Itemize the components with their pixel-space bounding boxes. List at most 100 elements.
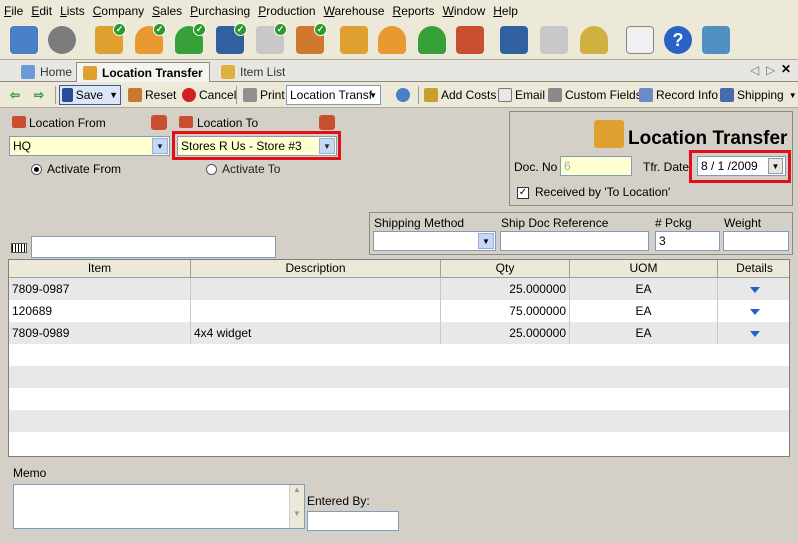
back-arrow-icon[interactable]: ⇦: [8, 85, 22, 105]
table-row[interactable]: 7809-0989 4x4 widget 25.000000 EA: [9, 322, 789, 344]
vendor-list-icon[interactable]: [418, 26, 446, 54]
tab-location-transfer[interactable]: Location Transfer: [76, 62, 210, 82]
cell-description[interactable]: [191, 278, 441, 300]
menu-file[interactable]: File: [4, 4, 23, 18]
col-header-description[interactable]: Description: [191, 260, 441, 278]
exit-icon[interactable]: [702, 26, 730, 54]
employee-icon[interactable]: [580, 26, 608, 54]
memo-textarea[interactable]: [13, 484, 305, 529]
refresh-button[interactable]: [394, 85, 412, 105]
menu-window[interactable]: Window: [443, 4, 486, 18]
item-list-icon[interactable]: [340, 26, 368, 54]
forward-arrow-icon[interactable]: ⇨: [32, 85, 46, 105]
reset-button[interactable]: Reset: [126, 85, 178, 105]
menu-purchasing[interactable]: Purchasing: [190, 4, 250, 18]
tab-next-icon[interactable]: ▷: [766, 63, 775, 77]
pckg-field[interactable]: 3: [655, 231, 720, 251]
cell-description[interactable]: 4x4 widget: [191, 322, 441, 344]
menu-lists[interactable]: Lists: [60, 4, 85, 18]
shipment-icon[interactable]: ✓: [296, 23, 327, 54]
save-button[interactable]: Save ▼: [59, 85, 121, 105]
empty-row[interactable]: [9, 432, 789, 454]
scroll-down-icon[interactable]: ▼: [290, 509, 304, 518]
menu-company[interactable]: Company: [93, 4, 144, 18]
location-to-lookup-icon[interactable]: [319, 115, 335, 130]
entered-by-field[interactable]: [307, 511, 399, 531]
memo-scrollbar[interactable]: ▲ ▼: [289, 485, 304, 528]
sales-list-icon[interactable]: [500, 26, 528, 54]
tab-prev-icon[interactable]: ◁: [750, 63, 759, 77]
cell-details[interactable]: [718, 322, 789, 344]
tab-home[interactable]: Home: [14, 62, 79, 82]
scroll-up-icon[interactable]: ▲: [290, 485, 304, 494]
location-from-select[interactable]: HQ ▼: [9, 136, 170, 156]
cell-details[interactable]: [718, 278, 789, 300]
details-arrow-icon[interactable]: [749, 330, 760, 337]
cell-details[interactable]: [718, 300, 789, 322]
email-button[interactable]: Email: [496, 85, 547, 105]
received-checkbox[interactable]: ✓ Received by 'To Location': [517, 185, 670, 199]
custom-fields-button[interactable]: Custom Fields: [546, 85, 644, 105]
menu-help[interactable]: Help: [493, 4, 518, 18]
sales-order-icon[interactable]: ✓: [216, 23, 247, 54]
cancel-button[interactable]: Cancel: [180, 85, 238, 105]
activate-from-radio[interactable]: Activate From: [31, 162, 121, 176]
notes-icon[interactable]: [626, 26, 654, 54]
shipping-button[interactable]: Shipping ▼: [718, 85, 798, 105]
binoculars-icon[interactable]: [48, 26, 76, 54]
menu-production[interactable]: Production: [258, 4, 315, 18]
cell-qty[interactable]: 25.000000: [441, 278, 570, 300]
barcode-scan-input[interactable]: [31, 236, 276, 258]
empty-row[interactable]: [9, 344, 789, 366]
menu-sales[interactable]: Sales: [152, 4, 182, 18]
empty-row[interactable]: [9, 410, 789, 432]
empty-row[interactable]: [9, 366, 789, 388]
new-vendor-icon[interactable]: ✓: [175, 23, 206, 54]
table-row[interactable]: 7809-0987 25.000000 EA: [9, 278, 789, 300]
tab-close-icon[interactable]: ✕: [781, 62, 791, 76]
invoice-icon[interactable]: ✓: [256, 23, 287, 54]
menu-edit[interactable]: Edit: [31, 4, 52, 18]
invoice-list-icon[interactable]: [540, 26, 568, 54]
help-icon[interactable]: ?: [664, 26, 692, 54]
customer-list-icon[interactable]: [378, 26, 406, 54]
empty-row[interactable]: [9, 388, 789, 410]
cell-uom[interactable]: EA: [570, 278, 718, 300]
cell-uom[interactable]: EA: [570, 300, 718, 322]
col-header-qty[interactable]: Qty: [441, 260, 570, 278]
col-header-uom[interactable]: UOM: [570, 260, 718, 278]
activate-to-radio[interactable]: Activate To: [206, 162, 280, 176]
save-dropdown-icon[interactable]: ▼: [109, 90, 118, 100]
col-header-details[interactable]: Details: [718, 260, 789, 278]
cell-item[interactable]: 120689: [9, 300, 191, 322]
doc-no-field[interactable]: 6: [560, 156, 632, 176]
tab-item-list[interactable]: Item List: [214, 62, 292, 82]
col-header-item[interactable]: Item: [9, 260, 191, 278]
details-arrow-icon[interactable]: [749, 308, 760, 315]
print-form-select[interactable]: Location Transf ▼: [286, 85, 381, 105]
location-from-lookup-icon[interactable]: [151, 115, 167, 130]
shipping-method-select[interactable]: ▼: [373, 231, 496, 251]
database-icon[interactable]: [10, 26, 38, 54]
ship-doc-field[interactable]: [500, 231, 649, 251]
menu-reports[interactable]: Reports: [393, 4, 435, 18]
factory-icon[interactable]: [456, 26, 484, 54]
weight-field[interactable]: [723, 231, 789, 251]
cell-item[interactable]: 7809-0987: [9, 278, 191, 300]
cell-description[interactable]: [191, 300, 441, 322]
cell-item[interactable]: 7809-0989: [9, 322, 191, 344]
new-item-icon[interactable]: ✓: [95, 23, 126, 54]
shipping-method-dropdown-icon[interactable]: ▼: [478, 233, 494, 249]
new-customer-icon[interactable]: ✓: [135, 23, 166, 54]
add-costs-button[interactable]: Add Costs: [422, 85, 498, 105]
record-info-button[interactable]: Record Info: [637, 85, 720, 105]
shipping-dropdown-icon[interactable]: ▼: [789, 91, 797, 100]
print-form-dropdown-icon[interactable]: ▼: [369, 91, 377, 100]
table-row[interactable]: 120689 75.000000 EA: [9, 300, 789, 322]
details-arrow-icon[interactable]: [749, 286, 760, 293]
menu-warehouse[interactable]: Warehouse: [324, 4, 385, 18]
location-from-dropdown-icon[interactable]: ▼: [152, 138, 168, 154]
print-button[interactable]: Print: [241, 85, 287, 105]
cell-uom[interactable]: EA: [570, 322, 718, 344]
cell-qty[interactable]: 75.000000: [441, 300, 570, 322]
